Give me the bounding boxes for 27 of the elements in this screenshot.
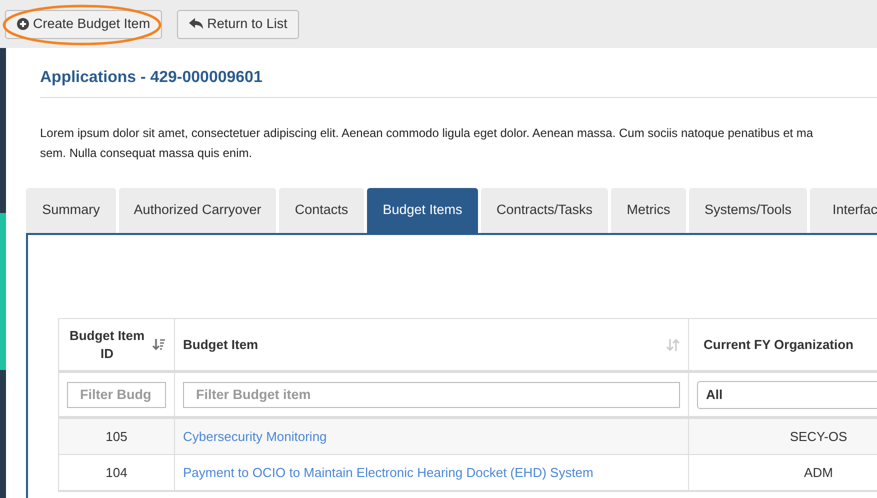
tab[interactable]: Authorized Carryover xyxy=(119,188,276,233)
tab[interactable]: Metrics xyxy=(611,188,686,233)
filter-field[interactable]: Filter Budg xyxy=(67,382,166,408)
create-button[interactable]: Create Budget Item xyxy=(5,10,162,38)
sort-descending-icon[interactable] xyxy=(152,338,166,352)
description-text: sem. Nulla consequat massa quis enim. xyxy=(40,145,252,162)
tab[interactable]: Interfac xyxy=(810,188,877,233)
id-cell-text: 104 xyxy=(106,464,128,482)
reply-arrow-icon xyxy=(189,18,204,30)
filter-field[interactable]: Filter Budget item xyxy=(183,382,680,408)
id-cell-text: 105 xyxy=(106,428,128,446)
organization-cell-text: SECY-OS xyxy=(788,428,848,446)
tab[interactable]: Summary xyxy=(26,188,116,233)
budget-item-link[interactable]: Payment to OCIO to Maintain Electronic Hearing Docket (EHD) System xyxy=(183,462,594,482)
tab[interactable]: Contacts xyxy=(279,188,364,233)
tab[interactable]: Contracts/Tasks xyxy=(481,188,608,233)
column-header[interactable]: Budget Item ID xyxy=(59,319,175,370)
organization-cell-text: ADM xyxy=(803,464,833,482)
column-header[interactable]: Budget Item xyxy=(175,319,689,370)
page-title: Applications - 429-000009601 xyxy=(40,68,264,88)
column-header[interactable]: Current FY Organization xyxy=(689,319,877,370)
description-text: Lorem ipsum dolor sit amet, consectetuer adipiscing elit. Aenean commodo ligula eget dolor. Aenean massa. Cum sociis natoque penatibus et ma xyxy=(40,125,814,142)
plus-circle-icon xyxy=(17,18,29,30)
return-button[interactable]: Return to List xyxy=(177,10,300,38)
tab[interactable]: Systems/Tools xyxy=(689,188,807,233)
filter-dropdown[interactable]: All xyxy=(697,380,877,408)
tab[interactable]: Budget Items xyxy=(367,188,478,233)
